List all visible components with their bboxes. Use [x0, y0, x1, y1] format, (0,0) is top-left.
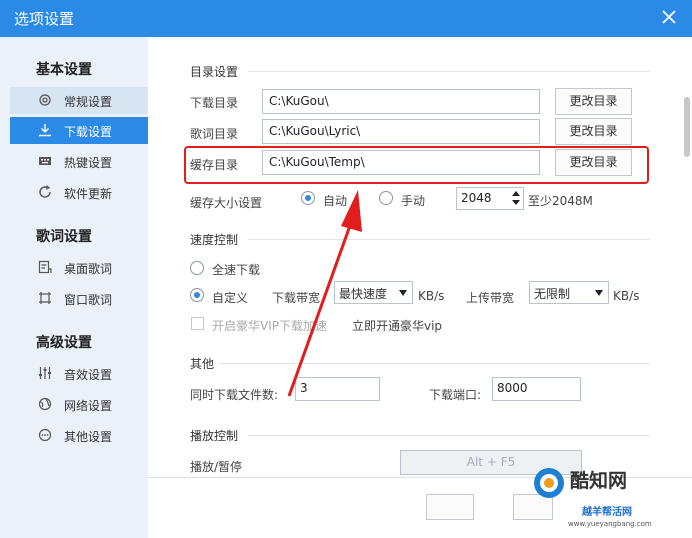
section-playback-title: 播放控制 [190, 429, 239, 443]
section-title-lyrics: 歌词设置 [36, 229, 92, 245]
window-lyric-icon [39, 292, 51, 304]
custom-speed-label: 自定义 [212, 291, 249, 305]
section-speed-title: 速度控制 [190, 233, 239, 247]
chevron-down-icon [595, 290, 603, 296]
close-icon[interactable] [660, 8, 678, 26]
concurrent-downloads-input[interactable]: 3 [295, 377, 380, 401]
sidebar-item-desktop-lyric[interactable]: 桌面歌词 [10, 254, 148, 281]
change-download-dir-button[interactable]: 更改目录 [555, 88, 632, 115]
upload-bandwidth-label: 上传带宽 [466, 291, 515, 305]
divider [248, 239, 650, 240]
more-icon [38, 428, 52, 442]
scrollbar-thumb[interactable] [684, 97, 690, 157]
sidebar-item-label: 常规设置 [64, 95, 113, 109]
sidebar-item-label: 窗口歌词 [64, 293, 113, 307]
brand-logo-icon [534, 468, 564, 498]
section-title-advanced: 高级设置 [36, 335, 92, 351]
sidebar-item-label: 网络设置 [64, 399, 113, 413]
lyric-dir-input[interactable]: C:\KuGou\Lyric\ [262, 119, 540, 144]
sidebar-item-window-lyric[interactable]: 窗口歌词 [10, 285, 148, 312]
sidebar-item-other[interactable]: 其他设置 [10, 422, 148, 449]
cache-auto-radio[interactable] [301, 191, 315, 205]
sidebar-item-label: 桌面歌词 [64, 262, 113, 276]
upload-bandwidth-select[interactable]: 无限制 [529, 281, 609, 304]
desktop-lyric-icon [38, 260, 52, 274]
cache-size-value: 2048 [461, 191, 492, 205]
sidebar-item-download[interactable]: 下载设置 [10, 117, 148, 144]
download-bandwidth-select[interactable]: 最快速度 [334, 281, 413, 304]
watermark-domain: www.yueyangbang.com [568, 520, 652, 528]
download-dir-input[interactable]: C:\KuGou\ [262, 89, 540, 114]
download-port-label: 下载端口: [429, 388, 482, 402]
cache-manual-label: 手动 [401, 194, 426, 208]
play-pause-label: 播放/暂停 [190, 460, 243, 474]
cache-manual-radio[interactable] [379, 191, 393, 205]
download-bandwidth-label: 下载带宽 [272, 291, 321, 305]
sidebar-item-sound-effects[interactable]: 音效设置 [10, 360, 148, 387]
cache-size-hint: 至少2048M [528, 194, 593, 208]
title-bar: 选项设置 [0, 0, 692, 37]
cache-auto-label: 自动 [323, 194, 348, 208]
lyric-dir-label: 歌词目录 [190, 127, 239, 141]
upload-unit: KB/s [613, 289, 640, 303]
download-unit: KB/s [418, 289, 445, 303]
custom-speed-radio[interactable] [190, 288, 204, 302]
full-speed-radio[interactable] [190, 261, 204, 275]
footer-button-1[interactable] [426, 494, 474, 520]
cache-dir-input[interactable]: C:\KuGou\Temp\ [262, 150, 540, 175]
vip-accel-checkbox[interactable] [191, 317, 204, 330]
cache-size-label: 缓存大小设置 [190, 196, 263, 210]
sidebar-item-label: 热键设置 [64, 156, 113, 170]
download-port-input[interactable]: 8000 [492, 377, 581, 401]
sidebar-item-label: 其他设置 [64, 430, 113, 444]
divider [248, 435, 650, 436]
full-speed-label: 全速下载 [212, 263, 261, 277]
sidebar-item-general[interactable]: 常规设置 [10, 87, 148, 114]
divider [248, 71, 650, 72]
sidebar-item-network[interactable]: 网络设置 [10, 391, 148, 418]
sidebar-item-label: 音效设置 [64, 368, 113, 382]
chevron-down-icon [399, 290, 407, 296]
watermark-sub: 越羊帮活网 [582, 507, 632, 518]
change-lyric-dir-button[interactable]: 更改目录 [555, 118, 632, 145]
concurrent-downloads-label: 同时下载文件数: [190, 388, 279, 402]
sidebar-item-label: 软件更新 [64, 187, 113, 201]
upload-bandwidth-value: 无限制 [534, 287, 571, 301]
divider [220, 363, 650, 364]
change-cache-dir-button[interactable]: 更改目录 [555, 149, 632, 176]
window-title: 选项设置 [14, 10, 75, 28]
globe-icon [38, 397, 52, 411]
equalizer-icon [39, 367, 51, 379]
vip-accel-label: 开启豪华VIP下载加速 [212, 319, 327, 333]
gear-icon [39, 94, 51, 106]
vip-open-link[interactable]: 立即开通豪华vip [352, 317, 442, 334]
section-title-basic: 基本设置 [36, 62, 92, 78]
download-icon [39, 124, 51, 137]
section-other-title: 其他 [190, 357, 215, 371]
cache-dir-label: 缓存目录 [190, 158, 239, 172]
keyboard-icon [39, 157, 51, 165]
refresh-icon [39, 185, 51, 198]
sidebar: 基本设置 常规设置 下载设置 热键设置 软件更新 歌词设置 桌面歌词 窗口歌词 … [0, 37, 148, 538]
section-directory-title: 目录设置 [190, 65, 239, 79]
download-bandwidth-value: 最快速度 [339, 287, 388, 301]
sidebar-item-hotkey[interactable]: 热键设置 [10, 148, 148, 175]
spinner-arrows-icon[interactable] [510, 188, 522, 208]
download-dir-label: 下载目录 [190, 96, 239, 110]
sidebar-item-update[interactable]: 软件更新 [10, 179, 148, 206]
watermark-brand: 酷知网 [570, 470, 628, 492]
watermark: 酷知网 越羊帮活网 www.yueyangbang.com [530, 462, 690, 536]
sidebar-item-label: 下载设置 [64, 125, 113, 139]
